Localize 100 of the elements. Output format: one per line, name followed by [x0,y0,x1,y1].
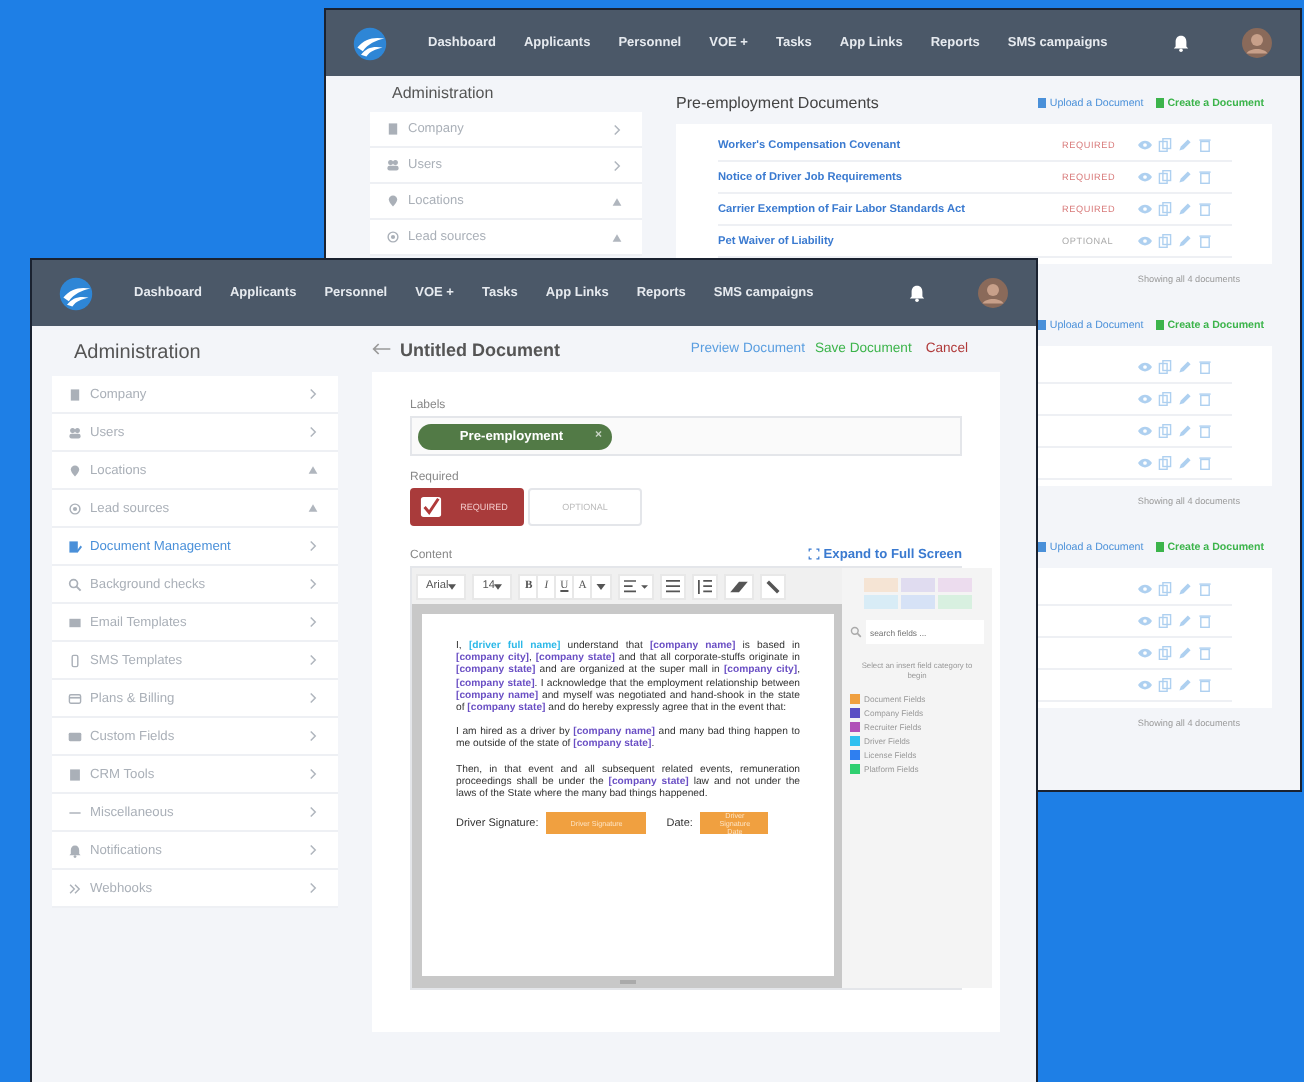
copy-icon[interactable] [1158,234,1172,248]
pencil-icon[interactable] [1178,234,1192,248]
chevron-icon [612,123,622,135]
file-icon [1155,542,1164,552]
target-icon [386,230,400,244]
search-icon [68,577,82,591]
eraser-button[interactable] [724,573,755,599]
numbered-list-button[interactable] [692,573,719,599]
trash-icon[interactable] [1198,582,1212,596]
expand-icon [807,548,820,560]
pencil-icon[interactable] [1178,202,1192,216]
file-icon [1155,320,1164,330]
copy-icon[interactable] [1158,392,1172,406]
phone-icon [68,653,82,667]
link-button[interactable] [760,573,787,599]
eye-icon[interactable] [1138,646,1152,660]
file-icon [1037,542,1046,552]
bell-icon[interactable] [908,284,926,302]
copy-icon[interactable] [1158,202,1172,216]
chevron-icon [308,768,318,780]
checkbox-icon [420,496,442,518]
caret-icon [448,583,457,589]
chevron-icon [308,426,318,438]
pencil-icon[interactable] [1178,424,1192,438]
pencil-icon[interactable] [1178,360,1192,374]
card-icon [68,691,82,705]
trash-icon[interactable] [1198,614,1212,628]
trash-icon[interactable] [1198,138,1212,152]
target-icon [68,501,82,515]
eye-icon[interactable] [1138,202,1152,216]
chevron-icon [308,692,318,704]
eye-icon[interactable] [1138,360,1152,374]
copy-icon[interactable] [1158,170,1172,184]
chevron-icon [308,388,318,400]
copy-icon[interactable] [1158,138,1172,152]
avatar[interactable] [978,278,1008,308]
file-icon [1037,320,1046,330]
caret-icon [596,583,607,589]
back-arrow-icon[interactable] [372,342,392,356]
caret-button[interactable] [592,573,613,599]
trash-icon[interactable] [1198,424,1212,438]
pencil-icon[interactable] [1178,678,1192,692]
file-icon [1155,98,1164,108]
chevron-icon [308,806,318,818]
chevron-icon [308,540,318,552]
pencil-icon[interactable] [1178,582,1192,596]
logo-icon[interactable] [58,275,94,311]
list-icon [666,579,681,593]
pencil-icon[interactable] [1178,456,1192,470]
file-icon [1037,98,1046,108]
avatar[interactable] [1242,28,1272,58]
eye-icon[interactable] [1138,456,1152,470]
copy-icon[interactable] [1158,360,1172,374]
triangle-icon [612,231,622,243]
copy-icon[interactable] [1158,456,1172,470]
sidebar-title: Administration [390,82,496,106]
align-icon [624,579,649,593]
pencil-icon[interactable] [1178,614,1192,628]
trash-icon[interactable] [1198,360,1212,374]
sidebar-title: Administration [72,340,203,368]
triangle-icon [612,195,622,207]
eye-icon[interactable] [1138,138,1152,152]
bullet-list-button[interactable] [660,573,687,599]
logo-icon[interactable] [352,25,388,61]
eye-icon[interactable] [1138,678,1152,692]
trash-icon[interactable] [1198,678,1212,692]
pin-icon [68,463,82,477]
bell-icon [68,843,82,857]
eye-icon[interactable] [1138,234,1152,248]
chevron-icon [308,616,318,628]
color-swatches[interactable] [863,578,971,610]
chevron-icon [308,578,318,590]
align-button[interactable] [618,573,655,599]
trash-icon[interactable] [1198,202,1212,216]
eye-icon[interactable] [1138,614,1152,628]
trash-icon[interactable] [1198,392,1212,406]
trash-icon[interactable] [1198,646,1212,660]
bell-icon[interactable] [1172,34,1190,52]
copy-icon[interactable] [1158,582,1172,596]
eraser-icon [730,579,749,593]
copy-icon[interactable] [1158,678,1172,692]
chevron-icon [308,654,318,666]
eye-icon[interactable] [1138,392,1152,406]
copy-icon[interactable] [1158,614,1172,628]
eye-icon[interactable] [1138,582,1152,596]
caret-icon [494,583,503,589]
triangle-icon [308,502,318,514]
pencil-icon[interactable] [1178,138,1192,152]
trash-icon[interactable] [1198,456,1212,470]
copy-icon[interactable] [1158,424,1172,438]
pencil-icon[interactable] [1178,170,1192,184]
copy-icon[interactable] [1158,646,1172,660]
eye-icon[interactable] [1138,424,1152,438]
trash-icon[interactable] [1198,234,1212,248]
eye-icon[interactable] [1138,170,1152,184]
trash-icon[interactable] [1198,170,1212,184]
pencil-icon[interactable] [1178,646,1192,660]
pencil-icon[interactable] [1178,392,1192,406]
document-title: Untitled Document [400,339,560,359]
users-icon [68,425,82,439]
